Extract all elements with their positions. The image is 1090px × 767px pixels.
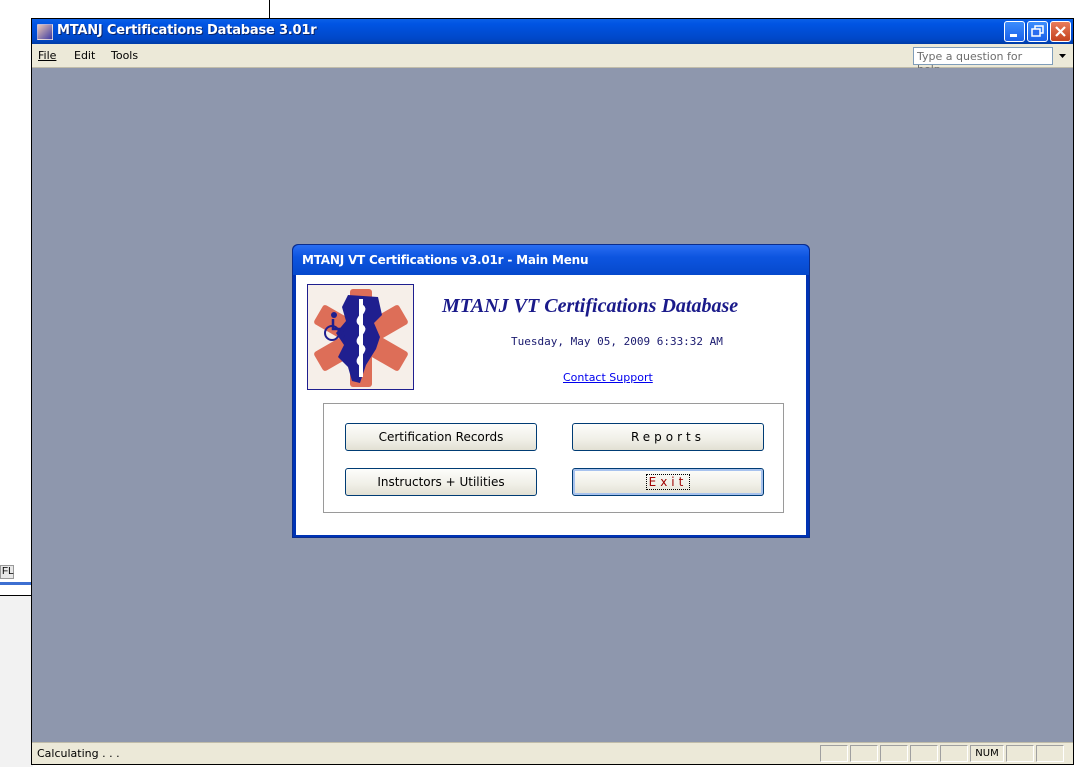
status-cell (910, 745, 938, 762)
exit-button-label: Exit (645, 474, 691, 490)
status-cell (880, 745, 908, 762)
status-cell (820, 745, 848, 762)
menu-edit-label: Edit (74, 49, 96, 62)
title-bar[interactable]: MTANJ Certifications Database 3.01r (32, 19, 1073, 44)
menu-bar: File Edit Tools Type a question for help (32, 44, 1073, 76)
minimize-icon (1010, 34, 1017, 37)
status-cell (850, 745, 878, 762)
restore-icon (1031, 25, 1044, 37)
minimize-button[interactable] (1004, 21, 1025, 42)
form-title-bar[interactable]: MTANJ VT Certifications v3.01r - Main Me… (293, 245, 809, 275)
menu-edit[interactable]: Edit (74, 49, 95, 62)
menu-tools-label: Tools (111, 49, 139, 62)
status-cell (1006, 745, 1034, 762)
num-lock-indicator: NUM (970, 745, 1004, 762)
background-fragment-line (0, 582, 33, 585)
star-of-life-logo-icon (314, 289, 408, 387)
menu-file-label: File (38, 49, 57, 62)
status-bar: Calculating . . . NUM (32, 742, 1073, 764)
database-heading: MTANJ VT Certifications Database (442, 295, 739, 317)
close-button[interactable] (1050, 21, 1071, 42)
app-icon[interactable] (37, 24, 53, 40)
form-title: MTANJ VT Certifications v3.01r - Main Me… (302, 253, 589, 267)
workspace: MTANJ VT Certifications v3.01r - Main Me… (32, 68, 1073, 741)
current-datetime: Tuesday, May 05, 2009 6:33:32 AM (511, 335, 723, 348)
restore-button[interactable] (1027, 21, 1048, 42)
app-window: MTANJ Certifications Database 3.01r File… (31, 18, 1074, 765)
menu-file[interactable]: File (38, 49, 56, 62)
app-title: MTANJ Certifications Database 3.01r (57, 23, 317, 38)
reports-button[interactable]: Reports (572, 423, 764, 451)
chevron-down-icon (1059, 54, 1066, 58)
contact-support-link[interactable]: Contact Support (563, 371, 653, 384)
close-icon (1055, 26, 1066, 37)
mtanj-logo (307, 284, 414, 390)
help-dropdown-button[interactable] (1055, 47, 1070, 65)
status-cell (1036, 745, 1064, 762)
certification-records-button[interactable]: Certification Records (345, 423, 537, 451)
main-menu-form: MTANJ VT Certifications v3.01r - Main Me… (292, 244, 810, 538)
exit-button[interactable]: Exit (572, 468, 764, 496)
help-search-input[interactable]: Type a question for help (913, 47, 1053, 76)
status-cell (940, 745, 968, 762)
status-text: Calculating . . . (37, 747, 120, 760)
background-fragment-label: FL (0, 565, 14, 579)
menu-tools[interactable]: Tools (111, 49, 138, 62)
instructors-utilities-button[interactable]: Instructors + Utilities (345, 468, 537, 496)
menu-button-frame: Certification Records Reports Instructor… (323, 403, 784, 513)
form-body: MTANJ VT Certifications Database Tuesday… (296, 275, 806, 535)
